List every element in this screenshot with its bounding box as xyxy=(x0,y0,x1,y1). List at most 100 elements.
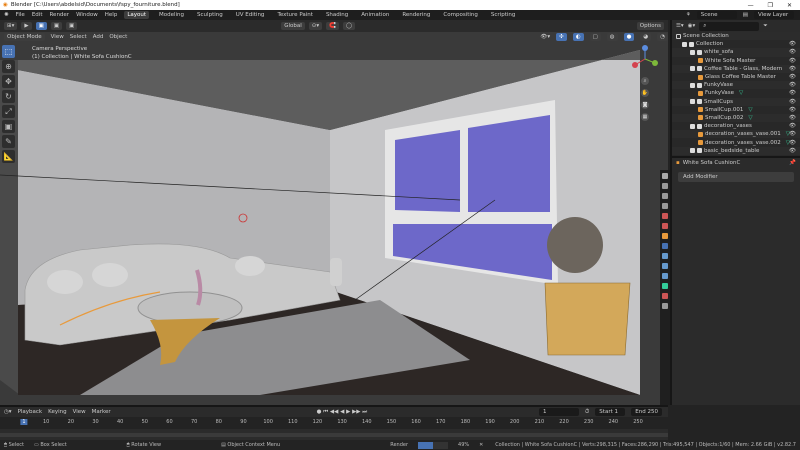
tool-tab-icon[interactable] xyxy=(662,173,668,179)
outliner-item[interactable]: SmallCup.002 ▽ 👁 xyxy=(672,113,800,123)
outliner-item[interactable]: decoration_vases_vase.001 ▽ 👁 xyxy=(672,130,800,139)
gizmo-toggle-icon[interactable]: ✣ xyxy=(556,33,567,41)
timeline-editor-icon[interactable]: ◷▾ xyxy=(4,409,12,415)
viewport-menu-select[interactable]: Select xyxy=(70,34,87,40)
outliner-item[interactable]: FunkyVase 👁 xyxy=(672,81,800,90)
material-tab-icon[interactable] xyxy=(662,293,668,299)
mode-dropdown[interactable]: Object Mode xyxy=(4,33,45,41)
menu-help[interactable]: Help xyxy=(105,12,118,18)
select-mode-extend-icon[interactable]: ▣ xyxy=(50,22,63,30)
viewport-menu-object[interactable]: Object xyxy=(109,34,127,40)
tab-sculpting[interactable]: Sculpting xyxy=(194,11,226,19)
outliner-item[interactable]: Coffee Table - Glass, Modern 👁 xyxy=(672,64,800,73)
outliner-item[interactable]: FunkyVase ▽ 👁 xyxy=(672,89,800,97)
world-tab-icon[interactable] xyxy=(662,223,668,229)
scene-field[interactable]: Scene xyxy=(696,11,737,19)
visibility-eye-icon[interactable]: 👁 xyxy=(789,49,796,55)
cancel-render-button[interactable]: ✕ xyxy=(479,442,483,448)
outliner-search-input[interactable]: ⌕ xyxy=(699,21,760,31)
visibility-eye-icon[interactable]: 👁 xyxy=(789,123,796,129)
visibility-icon[interactable]: 👁▾ xyxy=(540,34,550,40)
tab-compositing[interactable]: Compositing xyxy=(440,11,480,19)
zoom-icon[interactable]: ⌕ xyxy=(641,77,649,85)
3d-viewport[interactable] xyxy=(0,32,668,405)
menu-render[interactable]: Render xyxy=(49,12,69,18)
visibility-eye-icon[interactable]: 👁 xyxy=(789,140,796,146)
view-layer-field[interactable]: View Layer xyxy=(754,11,794,19)
visibility-eye-icon[interactable]: 👁 xyxy=(789,131,796,137)
timeline-menu-marker[interactable]: Marker xyxy=(92,409,111,415)
rotate-icon[interactable]: ↻ xyxy=(2,90,15,103)
maximize-button[interactable]: ❐ xyxy=(768,2,773,9)
move-icon[interactable]: ✥ xyxy=(2,75,15,88)
end-frame-field[interactable]: End 250 xyxy=(631,408,662,416)
start-frame-field[interactable]: Start 1 xyxy=(595,408,626,416)
options-dropdown[interactable]: Options xyxy=(636,22,664,30)
outliner-item[interactable]: SmallCup.001 ▽ 👁 xyxy=(672,106,800,114)
outliner-display-mode-icon[interactable]: ☰▾ xyxy=(676,23,684,29)
tab-uv-editing[interactable]: UV Editing xyxy=(233,11,268,19)
physics-tab-icon[interactable] xyxy=(662,263,668,269)
tab-animation[interactable]: Animation xyxy=(358,11,392,19)
blender-menu-icon[interactable]: ✺ xyxy=(4,12,9,18)
timeline-menu-keying[interactable]: Keying xyxy=(48,409,66,415)
visibility-eye-icon[interactable]: 👁 xyxy=(789,74,796,80)
outliner-view-icon[interactable]: ◉▾ xyxy=(688,23,696,29)
visibility-eye-icon[interactable]: 👁 xyxy=(789,99,796,105)
exclude-checkbox[interactable] xyxy=(690,123,695,129)
tab-modeling[interactable]: Modeling xyxy=(156,11,187,19)
view-layer-tab-icon[interactable] xyxy=(662,203,668,209)
outliner-item[interactable]: White Sofa Master 👁 xyxy=(672,57,800,65)
measure-icon[interactable]: 📐 xyxy=(2,150,15,163)
shading-rendered-icon[interactable]: ◔ xyxy=(657,33,668,41)
scale-icon[interactable]: ⤢ xyxy=(2,105,15,118)
shading-solid-icon[interactable]: ● xyxy=(623,33,635,41)
select-mode-new-icon[interactable]: ▣ xyxy=(35,22,47,30)
timeline-menu-playback[interactable]: Playback xyxy=(18,409,43,415)
menu-window[interactable]: Window xyxy=(76,12,98,18)
output-tab-icon[interactable] xyxy=(662,193,668,199)
shading-material-icon[interactable]: ◕ xyxy=(640,33,652,41)
constraints-tab-icon[interactable] xyxy=(662,273,668,279)
scene-icon[interactable]: ⚘ xyxy=(686,12,691,18)
snap-icon[interactable]: 🧲 xyxy=(326,22,339,30)
tab-texture-paint[interactable]: Texture Paint xyxy=(274,11,316,19)
tab-shading[interactable]: Shading xyxy=(323,11,351,19)
exclude-checkbox[interactable] xyxy=(682,41,687,47)
outliner-item[interactable]: basic_bedside_table 👁 xyxy=(672,146,800,155)
tab-scripting[interactable]: Scripting xyxy=(488,11,518,19)
axis-gizmo-icon[interactable] xyxy=(631,45,659,73)
exclude-checkbox[interactable] xyxy=(690,82,695,88)
visibility-eye-icon[interactable]: 👁 xyxy=(789,107,796,113)
render-tab-icon[interactable] xyxy=(662,183,668,189)
menu-file[interactable]: File xyxy=(16,12,25,18)
current-frame-field[interactable]: 1 xyxy=(539,408,579,416)
annotate-icon[interactable]: ✎ xyxy=(2,135,15,148)
visibility-eye-icon[interactable]: 👁 xyxy=(789,41,796,47)
ortho-toggle-icon[interactable]: ▦ xyxy=(641,113,649,121)
outliner-scene-collection[interactable]: Scene Collection xyxy=(672,32,800,41)
object-tab-icon[interactable] xyxy=(662,233,668,239)
shading-wireframe-icon[interactable]: ◍ xyxy=(606,33,618,41)
object-name-field[interactable]: White Sofa CushionC xyxy=(683,160,741,166)
modifier-tab-icon[interactable] xyxy=(662,243,668,249)
viewport-menu-add[interactable]: Add xyxy=(93,34,104,40)
visibility-eye-icon[interactable]: 👁 xyxy=(789,115,796,121)
close-button[interactable]: ✕ xyxy=(787,2,792,9)
navigation-gizmo[interactable]: ⌕ ✋ ◙ ▦ xyxy=(630,45,660,121)
outliner-item[interactable]: Collection 👁 xyxy=(672,40,800,48)
visibility-eye-icon[interactable]: 👁 xyxy=(789,58,796,64)
outliner-item[interactable]: SmallCups 👁 xyxy=(672,97,800,106)
visibility-eye-icon[interactable]: 👁 xyxy=(789,148,796,154)
outliner-item[interactable]: decoration_vases_vase.002 ▽ 👁 xyxy=(672,138,800,146)
particles-tab-icon[interactable] xyxy=(662,253,668,259)
exclude-checkbox[interactable] xyxy=(690,66,695,72)
exclude-checkbox[interactable] xyxy=(690,148,695,154)
timer-icon[interactable]: ⏱ xyxy=(585,409,589,416)
pin-icon[interactable]: 📌 xyxy=(789,160,796,166)
texture-tab-icon[interactable] xyxy=(662,303,668,309)
transform-icon[interactable]: ▣ xyxy=(2,120,15,133)
pan-icon[interactable]: ✋ xyxy=(641,89,649,97)
exclude-checkbox[interactable] xyxy=(690,99,695,105)
visibility-eye-icon[interactable]: 👁 xyxy=(789,82,796,88)
